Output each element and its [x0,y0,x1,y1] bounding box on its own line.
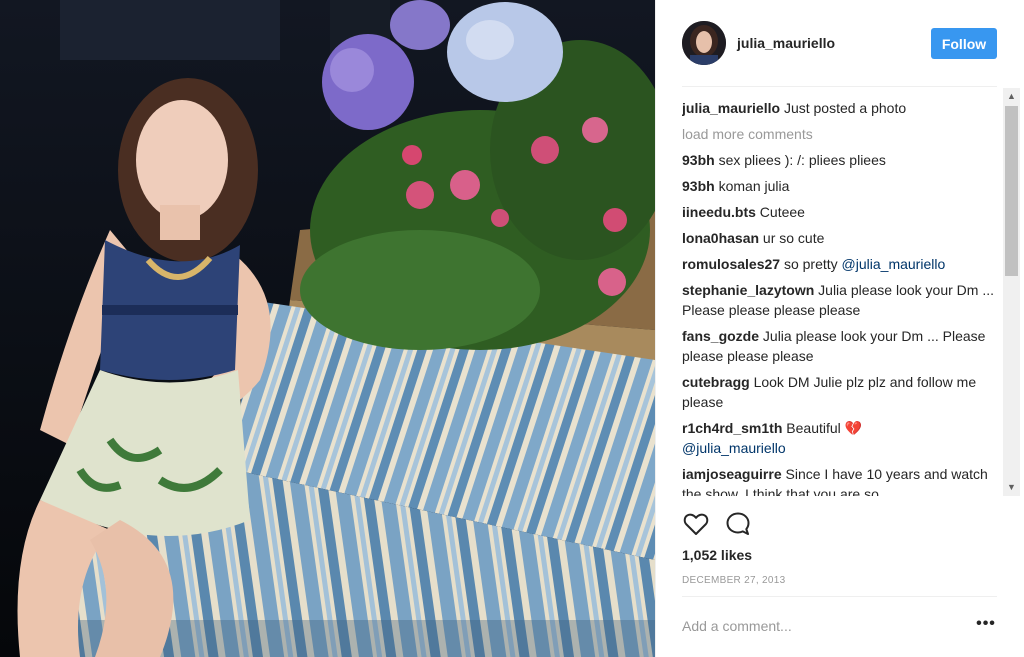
comment-username[interactable]: r1ch4rd_sm1th [682,420,782,436]
comment: 93bh sex pliees ): /: pliees pliees [682,150,1002,170]
comment-username[interactable]: stephanie_lazytown [682,282,814,298]
heart-outline-icon[interactable] [682,510,710,538]
comment: fans_gozde Julia please look your Dm ...… [682,326,1002,366]
comment-mention[interactable]: @julia_mauriello [682,440,786,456]
avatar[interactable] [682,21,726,65]
comment-text: Cuteee [759,204,805,220]
scroll-up-arrow-icon[interactable]: ▲ [1003,88,1020,105]
comment-username[interactable]: 93bh [682,152,715,168]
follow-button[interactable]: Follow [931,28,997,59]
comment-username[interactable]: cutebragg [682,374,750,390]
footer-divider [682,596,997,597]
caption-text: Just posted a photo [783,100,907,116]
caption: julia_mauriello Just posted a photo [682,98,1002,118]
header-divider [682,86,997,87]
comment-username[interactable]: fans_gozde [682,328,759,344]
comment: stephanie_lazytown Julia please look you… [682,280,1002,320]
comments-list[interactable]: julia_mauriello Just posted a photo load… [682,98,1002,496]
comment-username[interactable]: romulosales27 [682,256,780,272]
post-header: julia_mauriello Follow [656,0,1006,86]
avatar-image [682,21,726,65]
comment: 93bh koman julia [682,176,1002,196]
comment-text: Beautiful 💔 [786,420,863,436]
comment-mention[interactable]: @julia_mauriello [842,256,946,272]
comment: cutebragg Look DM Julie plz plz and foll… [682,372,1002,412]
comment: iineedu.bts Cuteee [682,202,1002,222]
comment-username[interactable]: lona0hasan [682,230,759,246]
add-comment-input[interactable] [682,615,962,637]
comment-text: so pretty [783,256,838,272]
comment-username[interactable]: iamjoseaguirre [682,466,782,482]
post-side-panel: julia_mauriello Follow julia_mauriello J… [655,0,1024,657]
comment: lona0hasan ur so cute [682,228,1002,248]
comment-username[interactable]: iineedu.bts [682,204,756,220]
scrollbar-thumb[interactable] [1005,106,1018,276]
comment-username[interactable]: 93bh [682,178,715,194]
comment-text: ur so cute [762,230,825,246]
author-username[interactable]: julia_mauriello [737,35,835,51]
load-more-comments-link[interactable]: load more comments [682,124,1002,144]
comment: r1ch4rd_sm1th Beautiful 💔 @julia_mauriel… [682,418,1002,458]
caption-username[interactable]: julia_mauriello [682,100,780,116]
comment: iamjoseaguirre Since I have 10 years and… [682,464,1002,496]
post-date[interactable]: DECEMBER 27, 2013 [682,575,785,586]
scroll-down-arrow-icon[interactable]: ▼ [1003,479,1020,496]
comment: romulosales27 so pretty @julia_mauriello [682,254,1002,274]
comment-text: koman julia [718,178,790,194]
post-photo[interactable] [0,0,655,657]
comments-scrollbar[interactable]: ▲ ▼ [1003,88,1020,496]
more-options-icon[interactable]: ••• [974,614,998,638]
likes-count[interactable]: 1,052 likes [682,547,752,563]
comment-text: sex pliees ): /: pliees pliees [718,152,886,168]
speech-bubble-icon[interactable] [724,510,752,538]
post-image-illustration [0,0,655,657]
